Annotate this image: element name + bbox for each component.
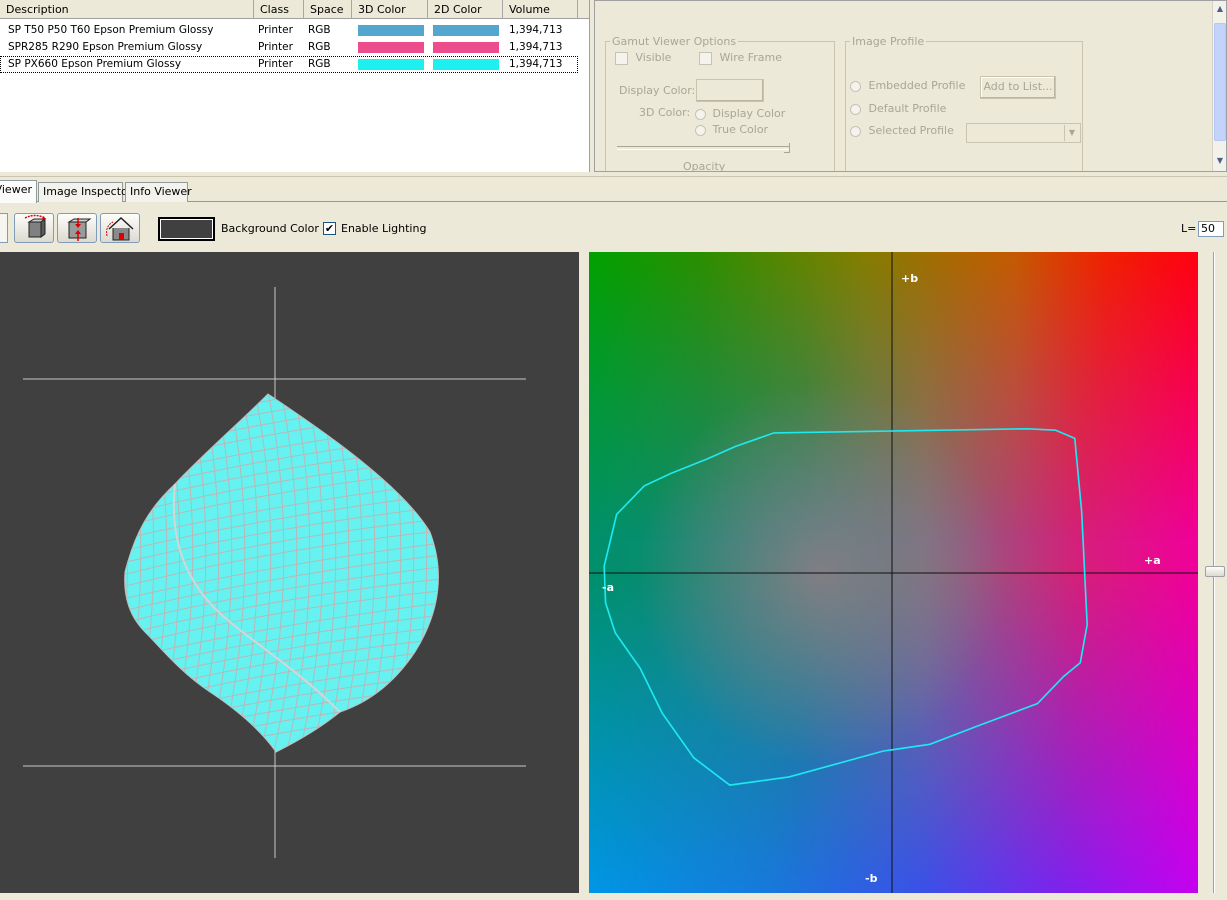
mesh-longitude-line	[124, 394, 129, 752]
lightness-input[interactable]: 50	[1198, 221, 1224, 237]
opacity-slider-thumb[interactable]	[784, 143, 790, 153]
3d-color-label: 3D Color:	[639, 106, 691, 119]
table-row[interactable]: SP T50 P50 T60 Epson Premium Glossy Prin…	[0, 22, 578, 39]
selected-profile-label: Selected Profile	[868, 124, 954, 137]
ab-plane-canvas[interactable]	[589, 252, 1198, 893]
row-space: RGB	[308, 41, 331, 53]
visible-checkbox-box[interactable]	[615, 51, 628, 65]
options-panel: Gamut Viewer Options Visible Wire Frame …	[594, 0, 1227, 172]
wireframe-label: Wire Frame	[719, 51, 783, 64]
row-2d-color-swatch[interactable]	[433, 42, 499, 53]
default-profile-radio-dot[interactable]	[850, 103, 861, 115]
lightness-slider[interactable]	[1203, 252, 1227, 893]
fit-view-button[interactable]	[57, 213, 97, 243]
row-class: Printer	[258, 41, 293, 53]
rotate-view-button[interactable]	[14, 213, 54, 243]
display-color-label: Display Color:	[619, 84, 696, 97]
display-color-radio-label: Display Color	[712, 107, 786, 120]
minus-a-label: -a	[602, 581, 614, 594]
image-profile-legend: Image Profile	[852, 35, 925, 48]
header-space[interactable]: Space	[304, 0, 352, 19]
opacity-label: Opacity	[683, 160, 726, 172]
row-description: SP T50 P50 T60 Epson Premium Glossy	[8, 24, 214, 36]
row-2d-color-swatch[interactable]	[433, 59, 499, 70]
add-to-list-button[interactable]: Add to List...	[980, 76, 1056, 99]
enable-lighting-label: Enable Lighting	[341, 222, 427, 235]
row-description: SP PX660 Epson Premium Glossy	[8, 58, 182, 70]
ab-plane-viewer[interactable]: +b -b +a -a	[589, 252, 1198, 893]
lightness-label: L=	[1181, 222, 1197, 235]
home-view-icon	[106, 216, 134, 241]
row-3d-color-swatch[interactable]	[358, 59, 424, 70]
row-2d-color-swatch[interactable]	[433, 25, 499, 36]
background-color-button[interactable]	[158, 217, 215, 241]
embedded-profile-radio-dot[interactable]	[850, 80, 861, 92]
visible-checkbox[interactable]: Visible	[615, 51, 671, 65]
visible-label: Visible	[635, 51, 672, 64]
options-scrollbar[interactable]: ▲ ▼	[1212, 1, 1226, 171]
fit-view-icon	[67, 218, 92, 241]
wireframe-checkbox-box[interactable]	[699, 51, 712, 65]
opacity-slider-track[interactable]	[617, 146, 789, 150]
display-color-button[interactable]	[696, 79, 764, 102]
row-3d-color-swatch[interactable]	[358, 42, 424, 53]
tab-viewer[interactable]: Viewer	[0, 180, 37, 203]
header-2d-color[interactable]: 2D Color	[428, 0, 503, 19]
toolbar-partial-button[interactable]	[0, 213, 8, 243]
table-header: Description Class Space 3D Color 2D Colo…	[0, 0, 589, 19]
display-color-radio[interactable]: Display Color	[695, 107, 785, 120]
row-volume: 1,394,713	[509, 58, 563, 70]
row-class: Printer	[258, 58, 293, 70]
row-class: Printer	[258, 24, 293, 36]
tab-strip: Viewer Image Inspector Info Viewer	[0, 180, 1227, 203]
header-class[interactable]: Class	[254, 0, 304, 19]
default-profile-radio[interactable]: Default Profile	[850, 102, 946, 115]
true-color-radio-label: True Color	[712, 123, 769, 136]
minus-b-label: -b	[865, 872, 878, 885]
scroll-down-arrow-icon[interactable]: ▼	[1214, 154, 1226, 168]
row-space: RGB	[308, 58, 331, 70]
home-view-button[interactable]	[100, 213, 140, 243]
rotate-cube-icon	[24, 214, 47, 238]
wireframe-checkbox[interactable]: Wire Frame	[699, 51, 782, 65]
lightness-slider-thumb[interactable]	[1205, 566, 1225, 577]
scroll-thumb[interactable]	[1214, 23, 1226, 141]
table-row-selected[interactable]: SP PX660 Epson Premium Glossy Printer RG…	[0, 56, 578, 73]
header-description[interactable]: Description	[0, 0, 254, 19]
panel-splitter[interactable]	[0, 172, 1227, 177]
selected-profile-radio[interactable]: Selected Profile	[850, 124, 954, 137]
enable-lighting-checkbox[interactable]: ✔	[323, 222, 336, 235]
gamut-options-legend: Gamut Viewer Options	[612, 35, 737, 48]
default-profile-label: Default Profile	[868, 102, 947, 115]
gamut-3d-canvas[interactable]	[0, 252, 579, 893]
true-color-radio-dot[interactable]	[695, 124, 706, 136]
selected-profile-dropdown[interactable]: ▼	[966, 123, 1081, 143]
plus-b-label: +b	[901, 272, 919, 285]
row-3d-color-swatch[interactable]	[358, 25, 424, 36]
table-row[interactable]: SPR285 R290 Epson Premium Glossy Printer…	[0, 39, 578, 56]
row-description: SPR285 R290 Epson Premium Glossy	[8, 41, 203, 53]
chevron-down-icon[interactable]: ▼	[1064, 125, 1079, 141]
row-volume: 1,394,713	[509, 24, 563, 36]
selected-profile-radio-dot[interactable]	[850, 125, 861, 137]
row-volume: 1,394,713	[509, 41, 563, 53]
tab-image-inspector[interactable]: Image Inspector	[38, 182, 132, 202]
tab-info-viewer[interactable]: Info Viewer	[125, 182, 192, 202]
header-volume[interactable]: Volume	[503, 0, 578, 19]
gamut-3d-viewer[interactable]	[0, 252, 579, 893]
true-color-radio[interactable]: True Color	[695, 123, 768, 136]
row-space: RGB	[308, 24, 331, 36]
header-3d-color[interactable]: 3D Color	[352, 0, 428, 19]
embedded-profile-radio[interactable]: Embedded Profile	[850, 79, 965, 92]
scroll-up-arrow-icon[interactable]: ▲	[1214, 2, 1226, 16]
profile-table[interactable]: Description Class Space 3D Color 2D Colo…	[0, 0, 590, 172]
embedded-profile-label: Embedded Profile	[868, 79, 966, 92]
display-color-radio-dot[interactable]	[695, 108, 706, 120]
plus-a-label: +a	[1144, 554, 1161, 567]
background-color-label: Background Color	[221, 222, 319, 235]
